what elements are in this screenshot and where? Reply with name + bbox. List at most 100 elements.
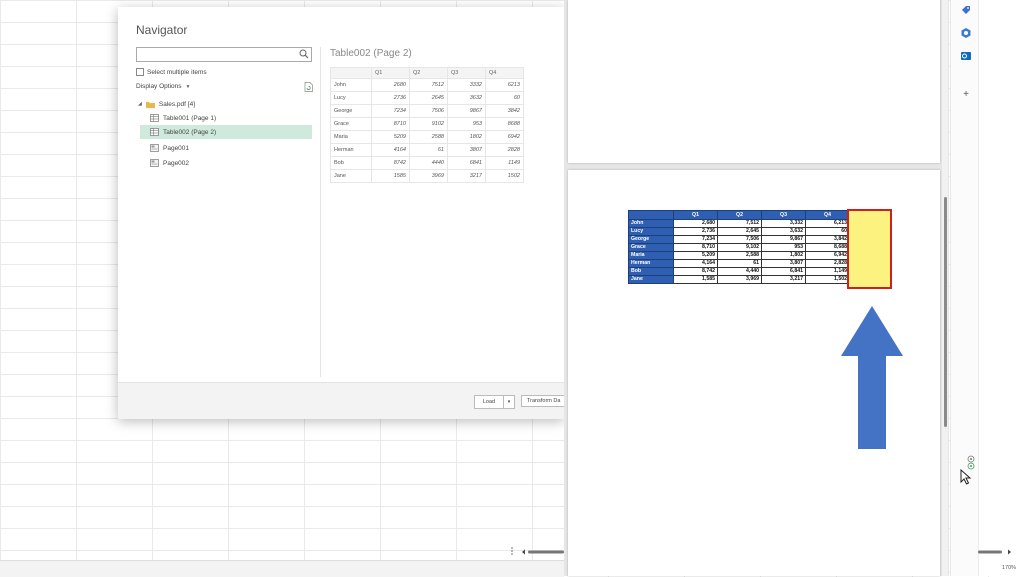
document-column-header [628,210,674,220]
navigator-dialog: Navigator Select multiple items Display … [118,7,564,419]
table-icon [150,128,159,136]
tree-item-page001[interactable]: Page001 [146,141,316,155]
document-cell: 4,164 [673,259,718,268]
document-column-header: Q3 [761,210,806,220]
chevron-down-icon: ▼ [185,83,191,90]
document-cell: 3,217 [761,275,806,284]
select-multiple-checkbox[interactable] [136,68,144,76]
horizontal-scrollbar-right[interactable] [978,544,1024,560]
document-row-name: John [628,219,674,228]
preview-table-row: George 7234 7506 9867 3842 [330,104,524,118]
document-cell: 1,502 [805,275,850,284]
up-arrow-icon [841,306,903,449]
preview-cell: 8710 [371,117,410,131]
preview-row-name: Jane [330,169,372,183]
preview-table-row: Grace 8710 9102 953 8688 [330,117,524,131]
document-cell: 3,632 [761,227,806,236]
preview-cell: 7234 [371,104,410,118]
document-cell: 3,807 [761,259,806,268]
document-row-name: Herman [628,259,674,268]
document-table-row: Jane 1,585 3,969 3,217 1,502 [628,275,850,284]
preview-cell: 1585 [371,169,410,183]
document-row-name: Maria [628,251,674,260]
document-cell: 1,149 [805,267,850,276]
preview-cell: 2736 [371,91,410,105]
preview-column-header: Q2 [409,67,448,79]
document-cell: 61 [717,259,762,268]
preview-cell: 3969 [409,169,448,183]
preview-cell: 2645 [409,91,448,105]
display-options-label: Display Options [136,83,182,90]
preview-cell: 8688 [485,117,524,131]
document-cell: 8,710 [673,243,718,252]
document-cell: 60 [805,227,850,236]
plus-icon[interactable]: + [960,88,972,100]
display-options-dropdown[interactable]: Display Options ▼ [136,83,190,90]
tag-icon[interactable] [960,4,972,16]
search-icon[interactable] [299,49,309,59]
preview-table-row: Jane 1585 3969 3217 1502 [330,169,524,183]
document-table-row: Herman 4,164 61 3,807 2,828 [628,259,850,268]
horizontal-scrollbar[interactable] [510,544,564,560]
outlook-icon[interactable] [960,50,972,62]
preview-row-name: George [330,104,372,118]
tree-item-page002[interactable]: Page002 [146,156,316,170]
preview-table: Q1 Q2 Q3 Q4 John 2680 7512 3332 6213 Lucy 2736… [330,67,524,183]
preview-cell: 953 [447,117,486,131]
preview-cell: 2680 [371,78,410,92]
document-cell: 8,688 [805,243,850,252]
document-cell: 7,234 [673,235,718,244]
preview-cell: 5209 [371,130,410,144]
select-multiple-row: Select multiple items [136,68,207,76]
search-input[interactable] [137,53,301,66]
copilot-icon[interactable] [960,27,972,39]
tree-item-label: Table001 (Page 1) [163,114,217,122]
page-icon [150,159,159,167]
tree-item-label: Page001 [163,144,190,152]
preview-column-header: Q1 [371,67,410,79]
preview-cell: 3217 [447,169,486,183]
table-icon [150,114,159,122]
vertical-scrollbar-thumb[interactable] [944,197,947,427]
document-column-header: Q4 [805,210,850,220]
preview-cell: 1149 [485,156,524,170]
preview-row-name: John [330,78,372,92]
load-button[interactable]: Load [474,395,504,409]
tree-item-table002[interactable]: Table002 (Page 2) [140,125,312,139]
preview-cell: 6942 [485,130,524,144]
document-cell: 4,440 [717,267,762,276]
document-table-row: John 2,680 7,512 3,332 6,213 [628,219,850,228]
far-right-panel [978,0,1024,576]
folder-icon [145,101,155,108]
tree-item-table001[interactable]: Table001 (Page 1) [146,111,316,125]
document-row-name: George [628,235,674,244]
document-page-1 [568,0,940,163]
document-cell: 2,588 [717,251,762,260]
refresh-document-icon[interactable] [304,82,313,92]
preview-table-row: Maria 5209 2588 1802 6942 [330,130,524,144]
document-cell: 3,332 [761,219,806,228]
document-table-row: Maria 5,209 2,588 1,802 6,942 [628,251,850,260]
preview-cell: 2828 [485,143,524,157]
document-cell: 9,867 [761,235,806,244]
load-dropdown-button[interactable]: ▾ [503,395,515,409]
preview-row-name: Lucy [330,91,372,105]
transform-data-button[interactable]: Transform Da [521,395,564,407]
tree-root-sales-pdf[interactable]: ◢ Sales.pdf [4] [138,97,195,111]
zoom-level[interactable]: 170% [1002,565,1016,571]
preview-cell: 3842 [485,104,524,118]
navigator-footer: Load ▾ Transform Da [118,382,564,419]
document-cell: 2,828 [805,259,850,268]
document-table-row: Lucy 2,736 2,645 3,632 60 [628,227,850,236]
expand-triangle-icon[interactable]: ◢ [138,101,142,107]
preview-cell: 3332 [447,78,486,92]
preview-table-row: John 2680 7512 3332 6213 [330,78,524,92]
document-row-name: Jane [628,275,674,284]
navigator-title: Navigator [136,23,188,37]
pane-divider[interactable] [320,47,321,377]
preview-cell: 4164 [371,143,410,157]
page-icon [150,144,159,152]
document-table: Q1 Q2 Q3 Q4 John 2,680 7,512 3,332 6,213 Lucy… [628,210,850,284]
tree-item-label: Table002 (Page 2) [163,128,217,136]
search-box [136,47,312,66]
